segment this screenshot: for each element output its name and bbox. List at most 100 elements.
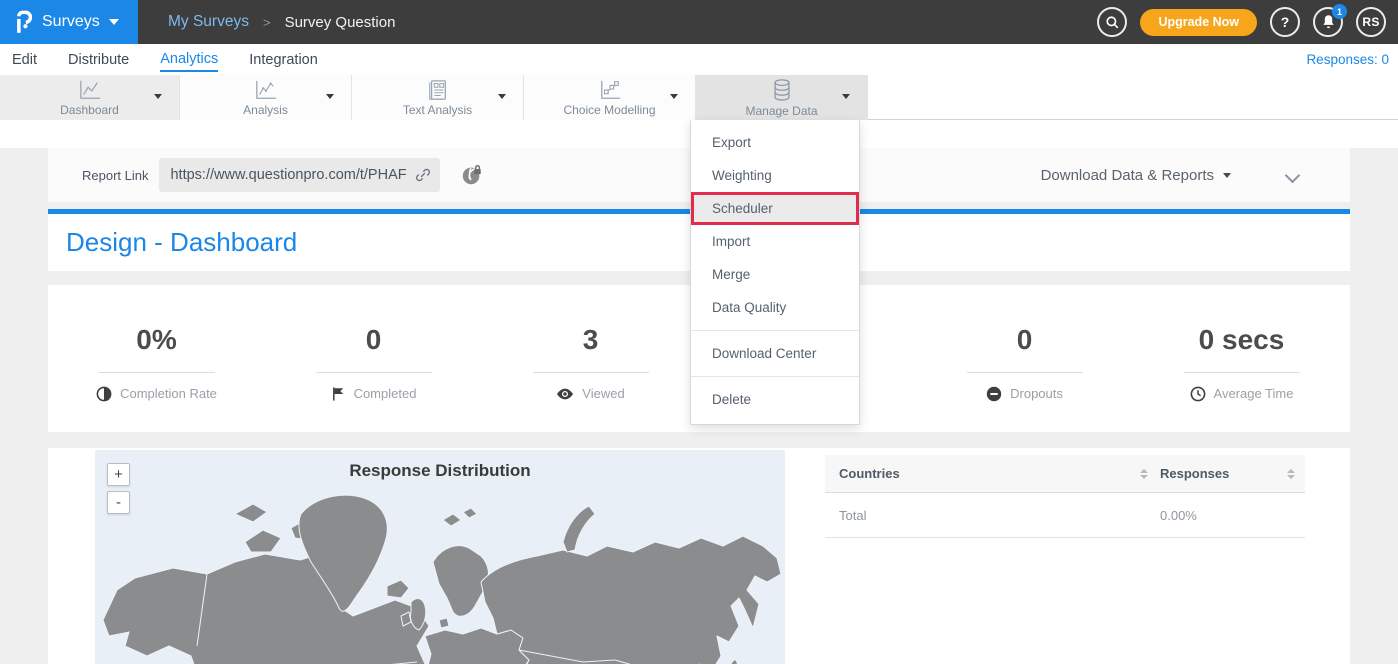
stat-label: Average Time	[1214, 386, 1294, 401]
help-button[interactable]: ?	[1270, 7, 1300, 37]
column-header-responses[interactable]: Responses	[1160, 466, 1229, 481]
collapse-section-chevron-icon[interactable]	[1285, 168, 1301, 184]
document-icon	[427, 79, 449, 101]
map-zoom-controls: + -	[107, 463, 130, 514]
globe-lock-icon	[460, 163, 484, 187]
menu-item-import[interactable]: Import	[691, 225, 859, 258]
stat-divider	[533, 372, 649, 373]
chevron-down-icon[interactable]	[154, 94, 162, 99]
stat-viewed: 3 Viewed	[482, 285, 699, 432]
stat-average-time: 0 secs Average Time	[1133, 285, 1350, 432]
table-row-total: Total 0.00%	[825, 493, 1305, 538]
stat-completed: 0 Completed	[265, 285, 482, 432]
table-header-row: Countries Responses	[825, 455, 1305, 493]
avatar-initials: RS	[1362, 15, 1379, 29]
stat-label: Dropouts	[1010, 386, 1063, 401]
tab-dashboard[interactable]: Dashboard	[0, 75, 180, 120]
model-chart-icon	[598, 79, 622, 101]
stat-value: 3	[583, 324, 599, 362]
menu-item-export[interactable]: Export	[691, 126, 859, 159]
database-icon	[770, 78, 794, 102]
user-avatar[interactable]: RS	[1356, 7, 1386, 37]
map-zoom-out-button[interactable]: -	[107, 491, 130, 514]
breadcrumb-separator: >	[263, 15, 271, 30]
topbar-actions: Upgrade Now ? 1 RS	[1097, 0, 1386, 44]
breadcrumb-current-survey: Survey Question	[285, 14, 396, 31]
nav-analytics[interactable]: Analytics	[160, 48, 218, 72]
report-privacy-button[interactable]	[460, 163, 484, 187]
stat-label: Viewed	[582, 386, 624, 401]
stat-divider	[99, 372, 215, 373]
stat-dropouts: 0 Dropouts	[916, 285, 1133, 432]
stat-completion-rate: 0% Completion Rate	[48, 285, 265, 432]
tab-manage-data[interactable]: Manage Data	[696, 75, 868, 120]
questionpro-logo-icon	[15, 10, 32, 34]
search-button[interactable]	[1097, 7, 1127, 37]
map-zoom-in-button[interactable]: +	[107, 463, 130, 486]
tab-label: Text Analysis	[403, 103, 472, 117]
nav-edit[interactable]: Edit	[12, 49, 37, 71]
download-data-reports-dropdown[interactable]: Download Data & Reports	[1041, 167, 1231, 184]
menu-item-data-quality[interactable]: Data Quality	[691, 291, 859, 324]
response-distribution-card: Response Distribution + -	[48, 448, 1350, 664]
column-header-countries[interactable]: Countries	[839, 466, 900, 481]
menu-item-delete[interactable]: Delete	[691, 383, 859, 416]
upgrade-now-button[interactable]: Upgrade Now	[1140, 9, 1257, 36]
chevron-down-icon[interactable]	[498, 94, 506, 99]
notification-badge: 1	[1332, 4, 1347, 19]
completion-rate-icon	[96, 386, 112, 402]
analytics-toolbar: Dashboard Analysis Text Analysis	[0, 75, 1398, 120]
sort-icon[interactable]	[1140, 469, 1148, 479]
world-map-panel[interactable]: Response Distribution + -	[95, 450, 785, 664]
top-bar: Surveys My Surveys > Survey Question Upg…	[0, 0, 1398, 44]
responses-count: Responses: 0	[1306, 52, 1389, 67]
breadcrumb: My Surveys > Survey Question	[168, 13, 395, 31]
stat-divider	[316, 372, 432, 373]
product-name: Surveys	[42, 13, 100, 31]
nav-distribute[interactable]: Distribute	[68, 49, 129, 71]
survey-section-nav: Edit Distribute Analytics Integration Re…	[0, 44, 1398, 75]
trend-chart-icon	[254, 79, 278, 101]
download-data-reports-label: Download Data & Reports	[1041, 167, 1214, 184]
menu-item-merge[interactable]: Merge	[691, 258, 859, 291]
stat-value: 0	[1017, 324, 1033, 362]
clock-icon	[1190, 386, 1206, 402]
total-responses-value: 0.00%	[1160, 508, 1197, 523]
report-link-label: Report Link	[82, 168, 148, 183]
page-title: Design - Dashboard	[66, 227, 297, 258]
nav-integration[interactable]: Integration	[249, 49, 318, 71]
stat-label: Completed	[354, 386, 417, 401]
stat-value: 0	[366, 324, 382, 362]
stat-value: 0 secs	[1199, 324, 1285, 362]
tab-label: Choice Modelling	[563, 103, 655, 117]
menu-item-download-center[interactable]: Download Center	[691, 337, 859, 370]
surveys-product-menu[interactable]: Surveys	[0, 0, 138, 44]
tab-text-analysis[interactable]: Text Analysis	[352, 75, 524, 120]
world-map[interactable]	[95, 450, 785, 664]
app-window: Surveys My Surveys > Survey Question Upg…	[0, 0, 1398, 664]
notifications-button[interactable]: 1	[1313, 7, 1343, 37]
tab-label: Manage Data	[745, 104, 817, 118]
total-label: Total	[839, 508, 866, 523]
report-url-input[interactable]	[159, 158, 440, 192]
stat-divider	[1184, 372, 1300, 373]
eye-icon	[556, 387, 574, 401]
line-chart-icon	[78, 79, 102, 101]
stat-value: 0%	[136, 324, 176, 362]
link-icon[interactable]	[414, 166, 432, 184]
stat-divider	[967, 372, 1083, 373]
menu-item-weighting[interactable]: Weighting	[691, 159, 859, 192]
countries-responses-table: Countries Responses Total 0.00%	[825, 455, 1305, 538]
menu-item-scheduler[interactable]: Scheduler	[691, 192, 859, 225]
chevron-down-icon[interactable]	[326, 94, 334, 99]
minus-circle-icon	[986, 386, 1002, 402]
breadcrumb-my-surveys[interactable]: My Surveys	[168, 13, 249, 31]
sort-icon[interactable]	[1287, 469, 1295, 479]
chevron-down-icon[interactable]	[670, 94, 678, 99]
tab-label: Dashboard	[60, 103, 119, 117]
tab-choice-modelling[interactable]: Choice Modelling	[524, 75, 696, 120]
tab-label: Analysis	[243, 103, 288, 117]
tab-analysis[interactable]: Analysis	[180, 75, 352, 120]
chevron-down-icon[interactable]	[842, 94, 850, 99]
question-mark-icon: ?	[1281, 14, 1290, 30]
